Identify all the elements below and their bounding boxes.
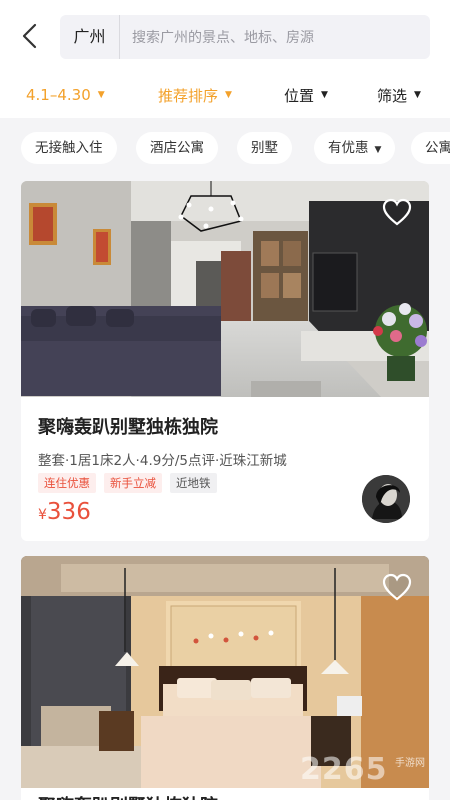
dropdown-arrow-icon: ▼ [374, 145, 382, 155]
listing-price: ¥336 [38, 499, 91, 525]
back-arrow-icon [22, 23, 37, 49]
tag-contactless-checkin[interactable]: 无接触入住 [21, 132, 117, 164]
dropdown-arrow-icon: ▼ [97, 90, 105, 100]
dropdown-arrow-icon: ▼ [414, 90, 421, 100]
listing-badges: 连住优惠 新手立减 近地铁 [38, 473, 217, 493]
more-filter[interactable]: 筛选 ▼ [377, 82, 421, 108]
date-filter-label: 4.1–4.30 [26, 86, 91, 104]
more-filter-label: 筛选 [377, 86, 408, 105]
dropdown-arrow-icon: ▼ [321, 90, 328, 100]
listing-title: 聚嗨轰趴别墅独栋独院 [38, 417, 218, 438]
watermark-caption: 手游网 [395, 758, 425, 769]
quick-tag-row: 无接触入住 酒店公寓 别墅 有优惠 ▼ 公寓 [0, 126, 450, 170]
watermark-logo: 2265 [300, 752, 388, 787]
date-filter[interactable]: 4.1–4.30 ▼ [26, 82, 105, 108]
favorite-heart-icon[interactable] [381, 197, 413, 229]
listing-title: 聚嗨轰趴别墅独栋独院 [38, 792, 218, 800]
top-bar: 广州 搜索广州的景点、地标、房源 [0, 0, 450, 72]
badge-long-stay-discount: 连住优惠 [38, 473, 96, 493]
filter-bar: 4.1–4.30 ▼ 推荐排序 ▼ 位置 ▼ 筛选 ▼ [0, 72, 450, 118]
badge-new-user-discount: 新手立减 [104, 473, 162, 493]
sort-filter[interactable]: 推荐排序 ▼ [158, 82, 232, 108]
tag-discount[interactable]: 有优惠 ▼ [314, 132, 396, 164]
listing-card[interactable]: 聚嗨轰趴别墅独栋独院 整套·1居1床2人·4.9分/5点评·近珠江新城 连住优惠… [21, 181, 429, 541]
tag-apartment[interactable]: 公寓 [411, 132, 450, 164]
badge-near-metro: 近地铁 [170, 473, 217, 493]
city-selector[interactable]: 广州 [60, 15, 120, 59]
location-filter-label: 位置 [284, 86, 315, 105]
price-currency: ¥ [38, 507, 47, 523]
tag-villa[interactable]: 别墅 [237, 132, 292, 164]
host-avatar[interactable] [362, 475, 410, 523]
tag-hotel-apartment[interactable]: 酒店公寓 [136, 132, 218, 164]
listing-meta: 整套·1居1床2人·4.9分/5点评·近珠江新城 [38, 453, 287, 469]
listing-photo[interactable] [21, 181, 429, 397]
search-box[interactable]: 广州 搜索广州的景点、地标、房源 [60, 15, 430, 59]
sort-filter-label: 推荐排序 [158, 86, 219, 105]
search-placeholder[interactable]: 搜索广州的景点、地标、房源 [120, 27, 314, 47]
tag-discount-label: 有优惠 [328, 140, 369, 156]
back-button[interactable] [14, 20, 46, 52]
favorite-heart-icon[interactable] [381, 572, 413, 604]
location-filter[interactable]: 位置 ▼ [284, 82, 328, 108]
dropdown-arrow-icon: ▼ [225, 90, 232, 100]
price-value: 336 [46, 499, 91, 525]
